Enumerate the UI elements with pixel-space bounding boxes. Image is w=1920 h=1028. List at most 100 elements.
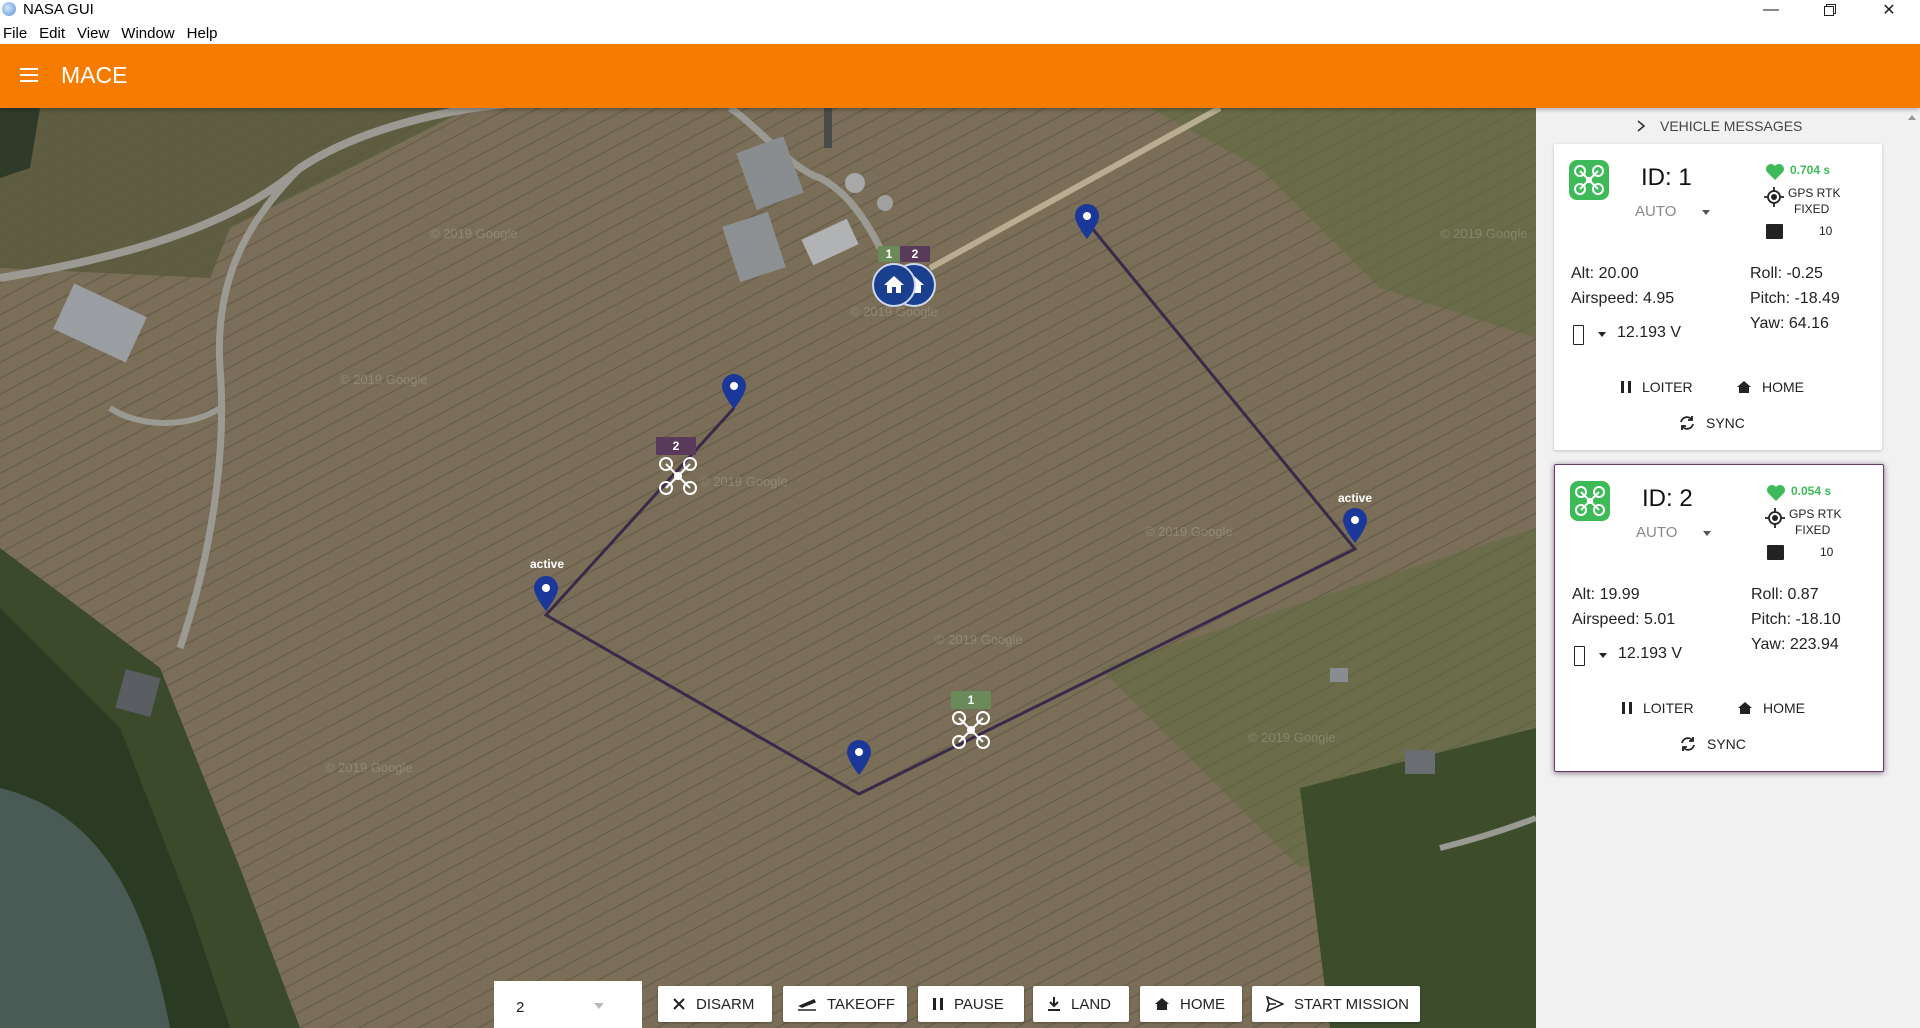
map-watermark: © 2019 Google <box>700 474 788 489</box>
takeoff-button[interactable]: TAKEOFF <box>783 986 907 1022</box>
satellite-map[interactable]: © 2019 Google © 2019 Google © 2019 Googl… <box>0 108 1536 1028</box>
image-icon <box>1766 224 1783 239</box>
heart-icon <box>1766 164 1784 180</box>
drone-avatar-icon <box>1569 160 1609 200</box>
start-mission-button[interactable]: START MISSION <box>1252 986 1420 1022</box>
home-tag: 1 <box>878 246 900 262</box>
vehicle-id: ID: 2 <box>1642 485 1693 512</box>
start-mission-label: START MISSION <box>1294 995 1410 1013</box>
loiter-button[interactable]: LOITER <box>1620 379 1693 395</box>
land-icon <box>1048 997 1060 1011</box>
gps-fix: FIXED <box>1795 523 1831 537</box>
map-watermark: © 2019 Google <box>1248 730 1336 745</box>
app-icon <box>2 2 16 16</box>
map-watermark: © 2019 Google <box>1440 226 1528 241</box>
waypoint-marker-icon[interactable] <box>721 374 747 410</box>
menu-help[interactable]: Help <box>187 22 218 44</box>
battery-icon <box>1574 646 1585 666</box>
yaw-value: Yaw: 64.16 <box>1750 315 1829 332</box>
chevron-down-icon[interactable] <box>1702 210 1710 215</box>
waypoint-active-label: active <box>1338 491 1373 505</box>
menu-edit[interactable]: Edit <box>39 22 65 44</box>
image-count: 10 <box>1819 224 1833 238</box>
waypoint-marker-icon[interactable] <box>1342 508 1368 544</box>
window-title: NASA GUI <box>23 1 94 18</box>
waypoint-marker-icon[interactable] <box>846 740 872 776</box>
battery-voltage: 12.193 V <box>1618 645 1683 662</box>
takeoff-label: TAKEOFF <box>827 995 896 1013</box>
vehicle-select[interactable]: 2 <box>494 981 642 1028</box>
map-watermark: © 2019 Google <box>325 760 413 775</box>
waypoint-marker-icon[interactable] <box>1074 204 1100 240</box>
flight-mode-select[interactable]: AUTO <box>1636 524 1677 541</box>
vehicle-select-value: 2 <box>516 999 525 1016</box>
vehicle-home-button[interactable]: HOME <box>1736 379 1804 395</box>
chevron-down-icon[interactable] <box>1703 531 1711 536</box>
gps-fixed-icon <box>1764 187 1784 207</box>
sync-button[interactable]: SYNC <box>1679 736 1746 752</box>
altitude-value: Alt: 20.00 <box>1571 265 1639 282</box>
airspeed-value: Airspeed: 5.01 <box>1572 611 1676 628</box>
pitch-value: Pitch: -18.49 <box>1750 290 1840 307</box>
drone-icon[interactable] <box>949 708 993 752</box>
home-label: HOME <box>1180 995 1225 1013</box>
battery-voltage: 12.193 V <box>1617 324 1682 341</box>
restore-icon[interactable] <box>1801 0 1859 20</box>
drone-tag: 2 <box>656 437 696 455</box>
waypoint-marker-icon[interactable] <box>533 576 559 612</box>
flight-mode-select[interactable]: AUTO <box>1635 203 1676 220</box>
home-icon <box>1737 381 1751 393</box>
heart-icon <box>1767 485 1785 501</box>
pause-label: PAUSE <box>954 995 1004 1013</box>
sync-label: SYNC <box>1707 736 1746 752</box>
loiter-label: LOITER <box>1643 700 1694 716</box>
app-title: MACE <box>61 62 128 88</box>
disarm-button[interactable]: DISARM <box>658 986 772 1022</box>
chevron-right-icon <box>1637 120 1646 132</box>
home-button[interactable]: HOME <box>1140 986 1242 1022</box>
loiter-label: LOITER <box>1642 379 1693 395</box>
minimize-icon[interactable]: — <box>1742 0 1800 20</box>
menu-bar: File Edit View Window Help <box>0 22 1920 44</box>
hamburger-menu-icon[interactable] <box>20 68 38 82</box>
close-icon <box>673 998 685 1010</box>
panel-scrollbar[interactable] <box>1903 108 1920 1028</box>
gps-status: GPS RTK <box>1789 507 1842 521</box>
roll-value: Roll: -0.25 <box>1750 265 1823 282</box>
sync-button[interactable]: SYNC <box>1678 415 1745 431</box>
map-watermark: © 2019 Google <box>340 372 428 387</box>
airspeed-value: Airspeed: 4.95 <box>1571 290 1675 307</box>
menu-window[interactable]: Window <box>121 22 174 44</box>
disarm-label: DISARM <box>696 995 755 1013</box>
menu-view[interactable]: View <box>77 22 109 44</box>
sync-icon <box>1680 416 1694 430</box>
home-tag: 2 <box>900 246 930 262</box>
takeoff-icon <box>798 999 817 1011</box>
chevron-down-icon[interactable] <box>1599 653 1607 658</box>
home-icon <box>1155 998 1169 1010</box>
heartbeat-value: 0.704 s <box>1790 163 1831 177</box>
drone-tag: 1 <box>951 691 991 709</box>
map-watermark: © 2019 Google <box>1145 524 1233 539</box>
pause-icon <box>1622 702 1632 714</box>
loiter-button[interactable]: LOITER <box>1621 700 1694 716</box>
close-icon[interactable]: ✕ <box>1860 0 1918 20</box>
vehicle-id: ID: 1 <box>1641 164 1692 191</box>
battery-icon <box>1573 325 1584 345</box>
vehicle-home-button[interactable]: HOME <box>1737 700 1805 716</box>
home-label: HOME <box>1762 379 1804 395</box>
vehicle-card-1[interactable]: ID: 1 AUTO 0.704 s GPS RTK FIXED 10 Alt:… <box>1554 144 1882 450</box>
pause-button[interactable]: PAUSE <box>918 986 1024 1022</box>
land-button[interactable]: LAND <box>1033 986 1129 1022</box>
scroll-up-icon[interactable] <box>1908 115 1916 120</box>
gps-fixed-icon <box>1765 508 1785 528</box>
pause-icon <box>933 998 943 1010</box>
roll-value: Roll: 0.87 <box>1751 586 1819 603</box>
vehicle-card-2[interactable]: ID: 2 AUTO 0.054 s GPS RTK FIXED 10 Alt:… <box>1554 464 1884 772</box>
drone-icon[interactable] <box>656 454 700 498</box>
menu-file[interactable]: File <box>3 22 27 44</box>
vehicle-messages-toggle[interactable]: VEHICLE MESSAGES <box>1636 118 1802 134</box>
home-marker-icon[interactable] <box>872 263 916 307</box>
land-label: LAND <box>1071 995 1112 1013</box>
chevron-down-icon[interactable] <box>1598 332 1606 337</box>
